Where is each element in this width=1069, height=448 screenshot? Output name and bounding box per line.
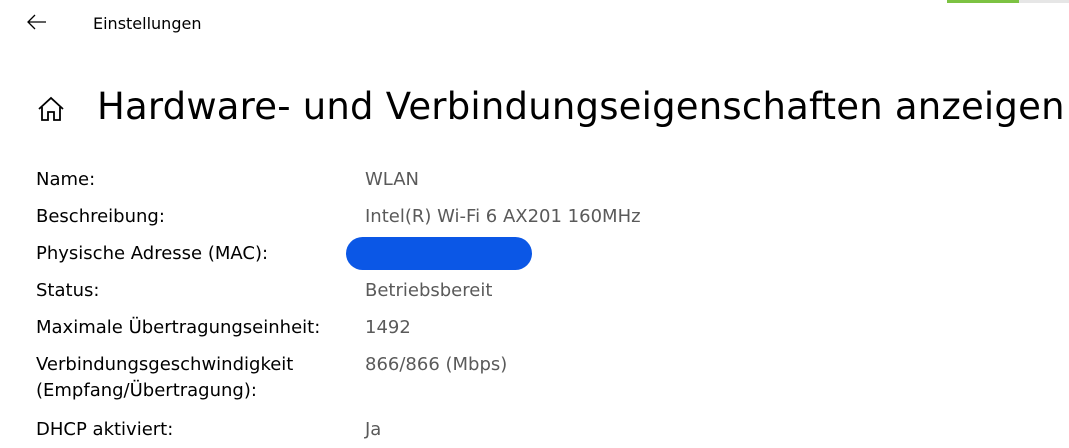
property-label: Name: [36,169,96,190]
property-label: Beschreibung: [36,206,165,227]
property-value: 866/866 (Mbps) [365,354,508,375]
property-label: Verbindungsgeschwindigkeit (Empfang/Über… [36,354,294,401]
property-value: 1492 [365,317,411,338]
title-bar: Einstellungen [0,0,1069,50]
home-icon[interactable] [36,95,66,123]
redaction-mask [346,237,532,270]
arrow-left-icon [27,14,47,34]
app-title: Einstellungen [93,14,202,33]
property-label: DHCP aktiviert: [36,419,174,440]
property-label: Status: [36,280,100,301]
property-value: Betriebsbereit [365,280,493,301]
property-label: Maximale Übertragungseinheit: [36,317,321,338]
window-accent [947,0,1019,3]
window-accent-gray [1019,0,1069,3]
property-value: Intel(R) Wi-Fi 6 AX201 160MHz [365,206,641,227]
property-value: WLAN [365,169,420,190]
back-button[interactable] [20,8,54,40]
property-label: Physische Adresse (MAC): [36,243,269,264]
property-value: Ja [365,419,382,440]
page-title: Hardware- und Verbindungseigenschaften a… [97,85,1065,128]
